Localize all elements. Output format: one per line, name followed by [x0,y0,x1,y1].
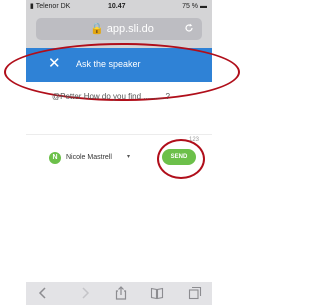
url-text: 🔒 app.sli.do [90,22,154,35]
user-name[interactable]: Nicole Mastrell [66,154,112,161]
share-icon[interactable] [114,286,128,300]
chevron-down-icon[interactable]: ▾ [127,153,130,160]
bookmarks-icon[interactable] [150,286,164,300]
reload-icon[interactable] [184,23,194,33]
url-value: app.sli.do [106,23,154,35]
battery-text: 75 % [182,2,199,10]
forward-icon[interactable] [78,286,92,300]
address-bar[interactable]: 🔒 app.sli.do [36,18,202,40]
carrier-label: ▮ Telenor DK [30,2,70,10]
signal-icon: ▮ [30,3,34,10]
send-button[interactable]: SEND [162,149,196,165]
clock: 10.47 [108,2,126,10]
status-bar: ▮ Telenor DK 10.47 75 % ▬ [26,0,212,12]
carrier-text: Telenor DK [35,3,71,10]
tabs-icon[interactable] [188,286,202,300]
divider [26,134,212,135]
battery-icon: ▬ [200,2,207,10]
back-icon[interactable] [36,286,50,300]
browser-chrome: ▮ Telenor DK 10.47 75 % ▬ 🔒 app.sli.do [26,0,212,48]
avatar: N [49,152,61,164]
lock-icon: 🔒 [90,23,104,35]
question-input[interactable]: @Petter How do you find ..........? [52,92,170,101]
browser-toolbar [26,282,212,305]
battery-indicator: 75 % ▬ [182,3,207,10]
